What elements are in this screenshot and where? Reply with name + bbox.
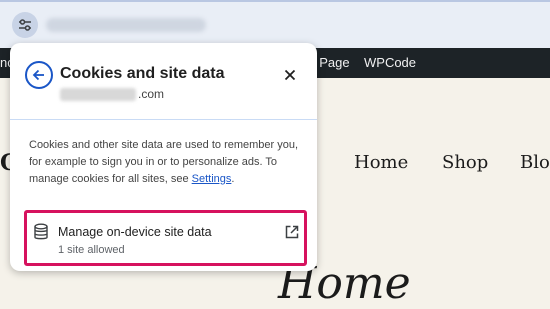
open-in-new-icon: [285, 225, 299, 239]
admin-bar-item-wpcode[interactable]: WPCode: [364, 55, 416, 70]
divider: [10, 119, 317, 120]
description-end: .: [231, 173, 235, 185]
popup-title: Cookies and site data: [60, 65, 225, 82]
manage-on-device-site-data-button[interactable]: Manage on-device site data 1 site allowe…: [24, 210, 307, 266]
description-text: Cookies and other site data are used to …: [29, 139, 299, 185]
cookies-description: Cookies and other site data are used to …: [29, 137, 304, 188]
browser-toolbar: [0, 0, 550, 48]
arrow-left-icon: [32, 69, 44, 81]
site-info-button[interactable]: [12, 12, 38, 38]
nav-blog[interactable]: Blog: [520, 152, 550, 173]
close-button[interactable]: [278, 63, 302, 87]
database-icon: [34, 223, 48, 240]
admin-bar-item-page[interactable]: t Page: [312, 55, 350, 70]
domain-suffix: .com: [138, 87, 165, 101]
tune-icon: [19, 19, 31, 31]
address-bar-url-redacted[interactable]: [46, 18, 206, 32]
cookies-site-data-popup: Cookies and site data .com Cookies and o…: [10, 43, 317, 271]
manage-title: Manage on-device site data: [58, 225, 212, 239]
settings-link[interactable]: Settings: [192, 173, 232, 185]
close-icon: [284, 69, 296, 81]
back-button[interactable]: [25, 61, 53, 89]
nav-shop[interactable]: Shop: [442, 152, 488, 173]
nav-home[interactable]: Home: [354, 152, 408, 173]
manage-subtitle: 1 site allowed: [58, 244, 125, 256]
domain-redacted: [60, 88, 136, 101]
